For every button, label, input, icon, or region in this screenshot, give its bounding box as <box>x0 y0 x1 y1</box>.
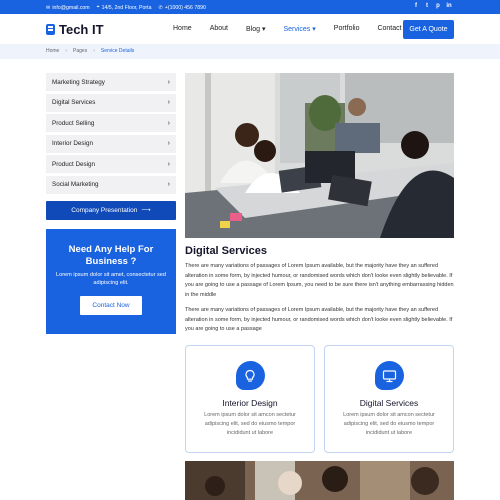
help-text: Lorem ipsum dolor sit amet, consectetur … <box>55 271 167 286</box>
lightbulb-icon <box>235 361 265 390</box>
get-a-quote-button[interactable]: Get A Quote <box>403 20 454 39</box>
sidebar-item-digital-services[interactable]: Digital Services › <box>46 93 176 112</box>
chevron-right-icon: › <box>167 99 170 107</box>
top-email[interactable]: ✉ info@gmail.com <box>46 5 90 11</box>
email-text: info@gmail.com <box>52 4 90 11</box>
nav-item-contact[interactable]: Contact <box>377 25 401 33</box>
sidebar-item-label: Product Selling <box>52 119 95 127</box>
top-address: ⌖ 14/5, 2nd Floor, Porta <box>97 4 152 11</box>
arrow-right-icon: ⟶ <box>141 207 151 215</box>
office-meeting-photo <box>185 73 454 238</box>
phone-icon: ✆ <box>158 4 163 11</box>
top-phone[interactable]: ✆ +(1000) 456 7890 <box>158 5 205 11</box>
breadcrumb-separator: › <box>93 48 95 54</box>
logo[interactable]: Tech IT <box>46 22 104 37</box>
phone-text: +(1000) 456 7890 <box>164 4 206 11</box>
nav-item-portfolio[interactable]: Portfolio <box>334 25 360 33</box>
breadcrumb-home[interactable]: Home <box>46 48 59 54</box>
nav-menu: Home About Blog ▾ Services ▾ Portfolio C… <box>173 25 420 33</box>
team-photo <box>185 461 454 500</box>
sidebar-item-marketing-strategy[interactable]: Marketing Strategy › <box>46 73 176 91</box>
linkedin-icon[interactable]: in <box>446 3 452 9</box>
card-title: Digital Services <box>359 398 419 408</box>
breadcrumb-pages[interactable]: Pages <box>73 48 87 54</box>
card-title: Interior Design <box>222 398 278 408</box>
sidebar-item-product-design[interactable]: Product Design › <box>46 155 176 174</box>
section-title: Digital Services <box>185 245 267 257</box>
address-text: 14/5, 2nd Floor, Porta <box>101 4 152 11</box>
team-photo-image <box>185 461 454 500</box>
caret-down-icon: ▾ <box>261 26 266 33</box>
sidebar: Marketing Strategy › Digital Services › … <box>46 73 176 334</box>
paragraph: There are many variations of passages of… <box>185 307 453 333</box>
nav-item-home[interactable]: Home <box>173 25 192 33</box>
nav-item-services[interactable]: Services ▾ <box>283 25 315 33</box>
sidebar-item-social-marketing[interactable]: Social Marketing › <box>46 175 176 194</box>
card-text: Lorem ipsum dolor sit amcon sectetur adi… <box>343 412 435 436</box>
caret-down-icon: ▾ <box>312 26 316 33</box>
logo-text: Tech IT <box>59 22 104 37</box>
service-card-interior-design[interactable]: Interior Design Lorem ipsum dolor sit am… <box>185 345 315 453</box>
hero-image <box>185 73 454 238</box>
chevron-right-icon: › <box>167 140 170 148</box>
chevron-right-icon: › <box>167 78 170 86</box>
help-box: Need Any Help For Business ? Lorem ipsum… <box>46 228 176 334</box>
sidebar-item-label: Product Design <box>52 160 96 168</box>
sidebar-item-label: Interior Design <box>52 140 93 148</box>
sidebar-item-product-selling[interactable]: Product Selling › <box>46 114 176 133</box>
top-bar: ✉ info@gmail.com ⌖ 14/5, 2nd Floor, Port… <box>0 0 500 14</box>
breadcrumb-current: Service Details <box>100 48 135 54</box>
main-navbar: Tech IT Home About Blog ▾ Services ▾ Por… <box>0 14 500 44</box>
sidebar-item-label: Social Marketing <box>52 181 99 189</box>
twitter-icon[interactable]: t <box>424 3 430 9</box>
nav-item-services-label: Services <box>283 26 311 33</box>
social-links: f t p in <box>413 3 452 9</box>
card-text: Lorem ipsum dolor sit amcon sectetur adi… <box>204 412 296 436</box>
chevron-right-icon: › <box>167 119 170 127</box>
company-presentation-button[interactable]: Company Presentation ⟶ <box>46 200 176 220</box>
sidebar-item-label: Digital Services <box>52 99 96 107</box>
nav-item-blog-label: Blog <box>245 26 260 33</box>
paragraph: There are many variations of passages of… <box>185 263 454 298</box>
breadcrumb: Home › Pages › Service Details <box>0 44 500 59</box>
nav-item-blog[interactable]: Blog ▾ <box>246 25 265 33</box>
monitor-icon <box>374 361 404 390</box>
mail-icon: ✉ <box>46 4 51 11</box>
logo-icon <box>46 24 55 35</box>
contact-now-button[interactable]: Contact Now <box>80 295 142 315</box>
facebook-icon[interactable]: f <box>413 3 419 9</box>
chevron-right-icon: › <box>167 181 170 189</box>
location-icon: ⌖ <box>96 4 100 10</box>
service-card-digital-services[interactable]: Digital Services Lorem ipsum dolor sit a… <box>324 345 454 453</box>
sidebar-item-interior-design[interactable]: Interior Design › <box>46 134 176 153</box>
pinterest-icon[interactable]: p <box>435 3 441 9</box>
breadcrumb-separator: › <box>65 48 68 54</box>
help-title: Need Any Help For Business ? <box>68 243 154 267</box>
top-contact-info: ✉ info@gmail.com ⌖ 14/5, 2nd Floor, Port… <box>46 4 206 11</box>
nav-item-about[interactable]: About <box>210 25 228 33</box>
company-presentation-label: Company Presentation <box>71 206 138 214</box>
sidebar-item-label: Marketing Strategy <box>52 78 105 86</box>
chevron-right-icon: › <box>167 160 170 168</box>
